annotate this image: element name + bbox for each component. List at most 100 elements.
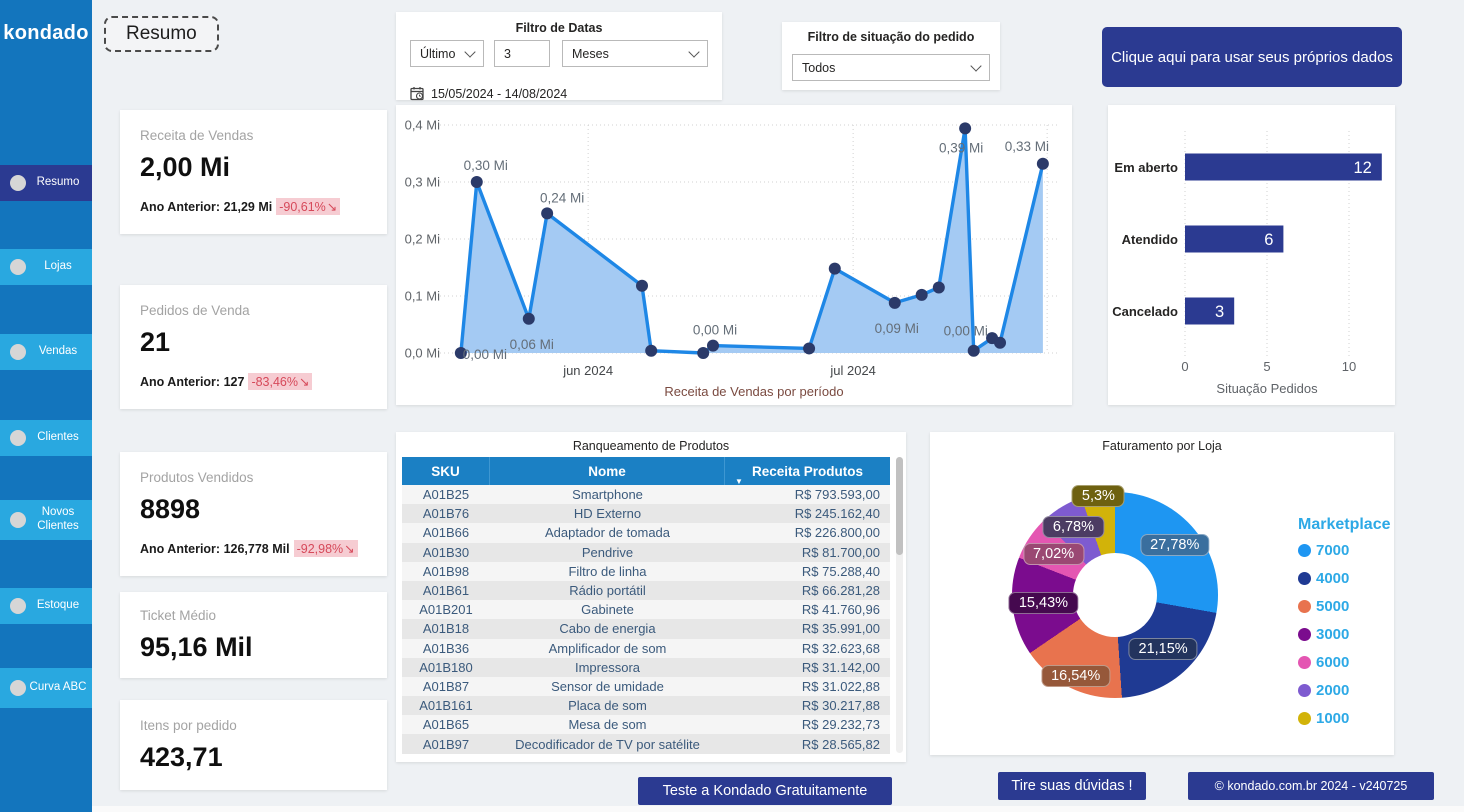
trend-down-icon: ↘ <box>327 200 337 214</box>
legend-item-5000[interactable]: 5000 <box>1298 598 1391 615</box>
kpi-value: 2,00 Mi <box>140 152 387 183</box>
column-header-nome[interactable]: Nome <box>490 457 725 485</box>
svg-text:5: 5 <box>1263 359 1270 374</box>
receita-cell: R$ 35.991,00 <box>725 621 890 636</box>
table-row[interactable]: A01B36Amplificador de somR$ 32.623,68 <box>402 639 890 658</box>
table-row[interactable]: A01B65Mesa de somR$ 29.232,73 <box>402 715 890 734</box>
bar-Em aberto[interactable] <box>1185 154 1382 181</box>
pie-slice-label: 7,02% <box>1023 543 1084 565</box>
data-point[interactable] <box>645 345 657 357</box>
table-row[interactable]: A01B98Filtro de linhaR$ 75.288,40 <box>402 562 890 581</box>
table-row[interactable]: A01B201GabineteR$ 41.760,96 <box>402 600 890 619</box>
data-point[interactable] <box>933 281 945 293</box>
data-point[interactable] <box>916 289 928 301</box>
data-point[interactable] <box>829 263 841 275</box>
sidebar-item-novos-clientes[interactable]: Novos Clientes <box>0 500 92 540</box>
table-row[interactable]: A01B30PendriveR$ 81.700,00 <box>402 543 890 562</box>
trial-button[interactable]: Teste a Kondado Gratuitamente <box>638 777 892 805</box>
sku-cell: A01B201 <box>402 602 490 617</box>
unit-select-value: Meses <box>563 47 609 61</box>
table-row[interactable]: A01B25SmartphoneR$ 793.593,00 <box>402 485 890 504</box>
nome-cell: Gabinete <box>490 602 725 617</box>
table-header: SKU Nome Receita Produtos ▼ <box>402 457 890 485</box>
nav-bullet-icon <box>10 680 26 696</box>
donut-legend: Marketplace 7000400050003000600020001000 <box>1298 516 1391 738</box>
legend-item-6000[interactable]: 6000 <box>1298 654 1391 671</box>
bar-chart[interactable]: 0510Em aberto12Atendido6Cancelado3Situaç… <box>1108 105 1395 405</box>
legend-item-2000[interactable]: 2000 <box>1298 682 1391 699</box>
table-row[interactable]: A01B97Decodificador de TV por satéliteR$… <box>402 734 890 753</box>
svg-text:0,06 Mi: 0,06 Mi <box>510 337 554 352</box>
sidebar-item-clientes[interactable]: Clientes <box>0 420 92 456</box>
pie-slice-label: 21,15% <box>1129 638 1198 660</box>
order-status-bar-chart-card: 0510Em aberto12Atendido6Cancelado3Situaç… <box>1108 105 1395 405</box>
data-point[interactable] <box>541 207 553 219</box>
data-point[interactable] <box>471 176 483 188</box>
kpi-value: 21 <box>140 327 387 358</box>
table-title: Ranqueamento de Produtos <box>396 439 906 453</box>
svg-text:Cancelado: Cancelado <box>1112 304 1178 319</box>
sidebar-item-lojas[interactable]: Lojas <box>0 249 92 285</box>
help-button[interactable]: Tire suas dúvidas ! <box>998 772 1146 800</box>
table-row[interactable]: A01B161Placa de somR$ 30.217,88 <box>402 696 890 715</box>
sidebar-item-estoque[interactable]: Estoque <box>0 588 92 624</box>
sidebar-item-resumo[interactable]: Resumo <box>0 165 92 201</box>
sidebar-item-label: Curva ABC <box>26 681 92 695</box>
chevron-down-icon <box>464 46 475 57</box>
line-chart[interactable]: 0,0 Mi0,1 Mi0,2 Mi0,3 Mi0,4 Mijun 2024ju… <box>396 105 1072 405</box>
sku-cell: A01B66 <box>402 525 490 540</box>
chevron-down-icon <box>688 46 699 57</box>
legend-label: 6000 <box>1316 654 1349 671</box>
status-filter-panel: Filtro de situação do pedido Todos <box>782 22 1000 90</box>
data-point[interactable] <box>968 345 980 357</box>
status-filter-title: Filtro de situação do pedido <box>782 30 1000 44</box>
svg-text:0,4 Mi: 0,4 Mi <box>405 118 441 133</box>
data-point[interactable] <box>707 340 719 352</box>
data-point[interactable] <box>1037 158 1049 170</box>
own-data-button[interactable]: Clique aqui para usar seus próprios dado… <box>1102 27 1402 87</box>
nav-bullet-icon <box>10 344 26 360</box>
period-select[interactable]: Último <box>410 40 484 67</box>
data-point[interactable] <box>697 347 709 359</box>
table-row[interactable]: A01B180ImpressoraR$ 31.142,00 <box>402 658 890 677</box>
table-scrollbar[interactable] <box>896 457 903 753</box>
copyright-badge: © kondado.com.br 2024 - v240725 <box>1188 772 1434 800</box>
sku-cell: A01B36 <box>402 641 490 656</box>
legend-label: 7000 <box>1316 542 1349 559</box>
data-point[interactable] <box>889 297 901 309</box>
data-point[interactable] <box>959 122 971 134</box>
kpi-card-receita-de-vendas: Receita de Vendas 2,00 Mi Ano Anterior: … <box>120 110 387 234</box>
sidebar-item-vendas[interactable]: Vendas <box>0 334 92 370</box>
data-point[interactable] <box>523 313 535 325</box>
table-row[interactable]: A01B61Rádio portátilR$ 66.281,28 <box>402 581 890 600</box>
data-point[interactable] <box>994 337 1006 349</box>
date-count-input[interactable] <box>494 40 550 67</box>
column-header-sku[interactable]: SKU <box>402 457 490 485</box>
status-select[interactable]: Todos <box>792 54 990 81</box>
data-point[interactable] <box>803 342 815 354</box>
column-header-receita[interactable]: Receita Produtos ▼ <box>725 457 890 485</box>
svg-text:0,39 Mi: 0,39 Mi <box>939 140 983 155</box>
scrollbar-thumb[interactable] <box>896 457 903 555</box>
table-row[interactable]: A01B66Adaptador de tomadaR$ 226.800,00 <box>402 523 890 542</box>
trend-down-icon: ↘ <box>299 375 309 389</box>
sku-cell: A01B87 <box>402 679 490 694</box>
bar-Cancelado[interactable] <box>1185 298 1234 325</box>
legend-item-7000[interactable]: 7000 <box>1298 542 1391 559</box>
sku-cell: A01B98 <box>402 564 490 579</box>
svg-text:0,2 Mi: 0,2 Mi <box>405 232 441 247</box>
svg-text:0,0 Mi: 0,0 Mi <box>405 346 441 361</box>
data-point[interactable] <box>636 280 648 292</box>
receita-cell: R$ 66.281,28 <box>725 583 890 598</box>
table-row[interactable]: A01B87Sensor de umidadeR$ 31.022,88 <box>402 677 890 696</box>
table-row[interactable]: A01B18Cabo de energiaR$ 35.991,00 <box>402 619 890 638</box>
date-range-text: 15/05/2024 - 14/08/2024 <box>431 87 567 101</box>
legend-item-3000[interactable]: 3000 <box>1298 626 1391 643</box>
unit-select[interactable]: Meses <box>562 40 708 67</box>
table-row[interactable]: A01B76HD ExternoR$ 245.162,40 <box>402 504 890 523</box>
legend-item-4000[interactable]: 4000 <box>1298 570 1391 587</box>
svg-text:3: 3 <box>1215 303 1224 321</box>
kpi-value: 95,16 Mil <box>140 632 387 663</box>
legend-item-1000[interactable]: 1000 <box>1298 710 1391 727</box>
sidebar-item-curva-abc[interactable]: Curva ABC <box>0 668 92 708</box>
